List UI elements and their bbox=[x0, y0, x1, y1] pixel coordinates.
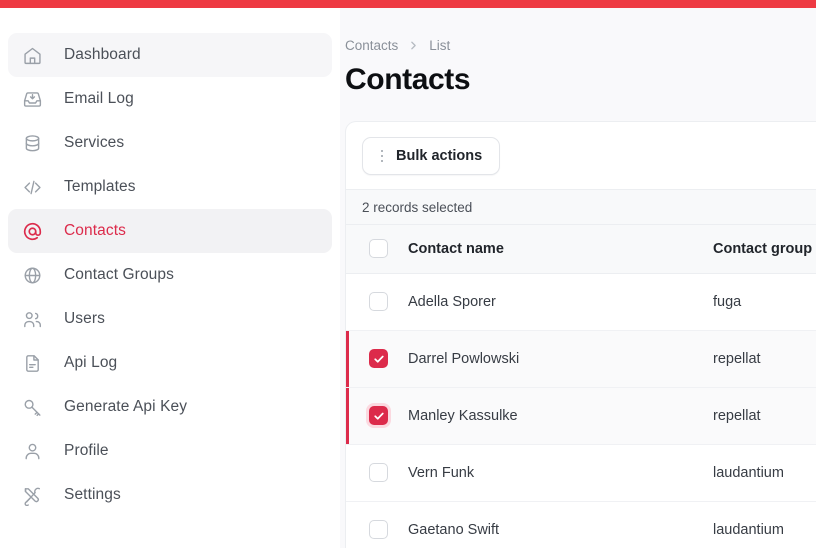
sidebar-item-dashboard[interactable]: Dashboard bbox=[8, 33, 332, 77]
selection-status: 2 records selected bbox=[346, 189, 816, 225]
sidebar-item-label: Settings bbox=[64, 486, 121, 503]
sidebar-item-profile[interactable]: Profile bbox=[8, 429, 332, 473]
row-select-cell bbox=[346, 501, 408, 548]
table-toolbar: Bulk actions bbox=[346, 122, 816, 189]
breadcrumb: Contacts List bbox=[345, 8, 816, 53]
table-body: Adella Sporer fuga Darrel Powlowski repella… bbox=[346, 273, 816, 548]
sidebar-item-templates[interactable]: Templates bbox=[8, 165, 332, 209]
row-checkbox-wrap bbox=[366, 517, 391, 542]
globe-icon bbox=[20, 263, 44, 287]
tools-icon bbox=[20, 483, 44, 507]
at-icon bbox=[20, 219, 44, 243]
sidebar-item-label: Services bbox=[64, 134, 125, 151]
row-checkbox[interactable] bbox=[369, 406, 388, 425]
row-checkbox-wrap bbox=[366, 289, 391, 314]
row-checkbox[interactable] bbox=[369, 462, 388, 482]
row-select-cell bbox=[346, 273, 408, 331]
sidebar-item-label: Contacts bbox=[64, 222, 126, 239]
sidebar-nav: Dashboard Email Log Services Templates Conta… bbox=[0, 8, 340, 548]
row-checkbox[interactable] bbox=[369, 349, 388, 368]
home-icon bbox=[20, 43, 44, 67]
sidebar-item-users[interactable]: Users bbox=[8, 297, 332, 341]
cell-contact-group: repellat bbox=[713, 330, 816, 388]
sidebar-item-label: Email Log bbox=[64, 90, 134, 107]
row-checkbox-wrap bbox=[366, 346, 391, 371]
cell-contact-name: Manley Kassulke bbox=[408, 387, 713, 445]
cell-contact-group: repellat bbox=[713, 387, 816, 445]
contacts-table-card: Bulk actions 2 records selected Contact … bbox=[345, 121, 816, 548]
main-content: Contacts List Contacts Bulk actions 2 re… bbox=[340, 8, 816, 548]
row-select-cell bbox=[346, 330, 408, 388]
row-checkbox-wrap bbox=[366, 403, 391, 428]
select-all-checkbox-wrap bbox=[366, 236, 391, 261]
column-header-contact-group[interactable]: Contact group bbox=[713, 225, 816, 274]
table-row[interactable]: Gaetano Swift laudantium bbox=[346, 501, 816, 548]
cell-contact-group: fuga bbox=[713, 273, 816, 331]
bulk-actions-button[interactable]: Bulk actions bbox=[362, 137, 501, 175]
sidebar-item-label: Templates bbox=[64, 178, 136, 195]
table-row[interactable]: Vern Funk laudantium bbox=[346, 444, 816, 502]
cell-contact-group: laudantium bbox=[713, 501, 816, 548]
table-row[interactable]: Darrel Powlowski repellat bbox=[346, 330, 816, 388]
cell-contact-name: Gaetano Swift bbox=[408, 501, 713, 548]
sidebar-item-services[interactable]: Services bbox=[8, 121, 332, 165]
sidebar-item-label: Dashboard bbox=[64, 46, 141, 63]
kebab-vertical-icon bbox=[375, 148, 389, 164]
sidebar-item-label: Generate Api Key bbox=[64, 398, 188, 415]
page-title: Contacts bbox=[345, 63, 471, 96]
top-accent-bar bbox=[0, 0, 816, 8]
key-icon bbox=[20, 395, 44, 419]
table-row[interactable]: Adella Sporer fuga bbox=[346, 273, 816, 331]
cell-contact-name: Darrel Powlowski bbox=[408, 330, 713, 388]
sidebar-item-label: Users bbox=[64, 310, 105, 327]
bulk-actions-label: Bulk actions bbox=[396, 148, 483, 164]
sidebar-item-label: Contact Groups bbox=[64, 266, 174, 283]
column-header-contact-name[interactable]: Contact name bbox=[408, 225, 713, 274]
sidebar-item-api-log[interactable]: Api Log bbox=[8, 341, 332, 385]
select-all-checkbox[interactable] bbox=[369, 238, 388, 258]
sidebar-item-email-log[interactable]: Email Log bbox=[8, 77, 332, 121]
users-icon bbox=[20, 307, 44, 331]
row-select-cell bbox=[346, 444, 408, 502]
table-row[interactable]: Manley Kassulke repellat bbox=[346, 387, 816, 445]
sidebar-item-label: Api Log bbox=[64, 354, 118, 371]
database-icon bbox=[20, 131, 44, 155]
row-select-cell bbox=[346, 387, 408, 445]
inbox-icon bbox=[20, 87, 44, 111]
sidebar-item-contact-groups[interactable]: Contact Groups bbox=[8, 253, 332, 297]
sidebar-item-label: Profile bbox=[64, 442, 109, 459]
row-checkbox-wrap bbox=[366, 460, 391, 485]
chevron-right-icon bbox=[407, 39, 420, 52]
sidebar-item-settings[interactable]: Settings bbox=[8, 473, 332, 517]
file-icon bbox=[20, 351, 44, 375]
app-frame: Dashboard Email Log Services Templates Conta… bbox=[0, 8, 816, 548]
sidebar-item-generate-api-key[interactable]: Generate Api Key bbox=[8, 385, 332, 429]
row-checkbox[interactable] bbox=[369, 519, 388, 539]
select-all-header-cell bbox=[346, 225, 408, 274]
user-icon bbox=[20, 439, 44, 463]
cell-contact-group: laudantium bbox=[713, 444, 816, 502]
sidebar-item-contacts[interactable]: Contacts bbox=[8, 209, 332, 253]
table-head: Contact name Contact group bbox=[346, 225, 816, 274]
breadcrumb-item-contacts[interactable]: Contacts bbox=[345, 38, 398, 53]
breadcrumb-item-list[interactable]: List bbox=[429, 38, 450, 53]
contacts-table: Contact name Contact group Adella Sporer… bbox=[346, 225, 816, 548]
cell-contact-name: Vern Funk bbox=[408, 444, 713, 502]
code-icon bbox=[20, 175, 44, 199]
cell-contact-name: Adella Sporer bbox=[408, 273, 713, 331]
table-header-row: Contact name Contact group bbox=[346, 225, 816, 274]
row-checkbox[interactable] bbox=[369, 291, 388, 311]
